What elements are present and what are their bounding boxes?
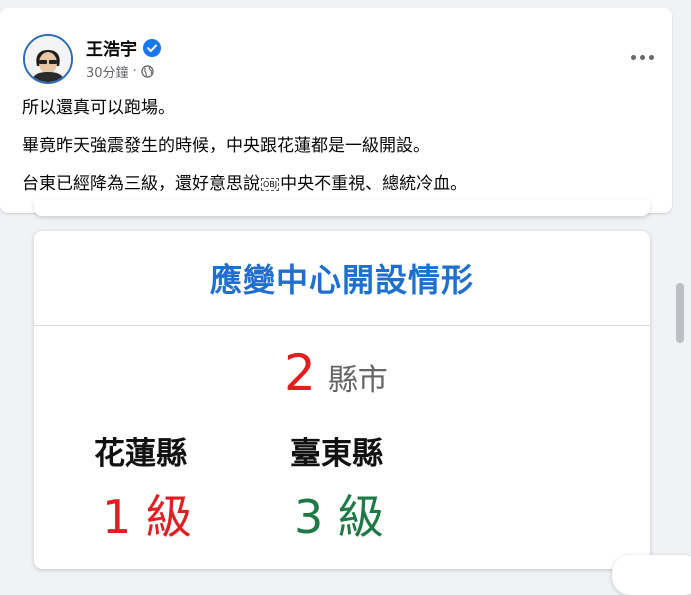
verified-badge-icon bbox=[143, 38, 161, 57]
divider bbox=[34, 325, 650, 326]
avatar-image bbox=[25, 36, 71, 82]
previous-image-card-edge bbox=[34, 200, 650, 216]
author-name[interactable]: 王浩宇 bbox=[86, 35, 137, 60]
post-line: 畢竟昨天強震發生的時候，中央跟花蓮都是一級開設。 bbox=[22, 136, 430, 156]
meta-separator: · bbox=[132, 64, 137, 79]
county-name-taitung: 臺東縣 bbox=[290, 436, 383, 472]
post-body: 所以還真可以跑場。 畢竟昨天強震發生的時候，中央跟花蓮都是一級開設。 台東已經降… bbox=[22, 98, 662, 194]
post-line-text: 中央不重視、總統冷血。 bbox=[280, 174, 468, 194]
response-center-image[interactable]: 應變中心開設情形 2 縣市 花蓮縣 臺東縣 1 級 3 級 bbox=[34, 231, 650, 569]
post-line: 台東已經降為三級，還好意思說 OBJ 中央不重視、總統冷血。 bbox=[22, 174, 662, 194]
object-placeholder: OBJ bbox=[261, 177, 280, 191]
more-options-dot bbox=[648, 54, 654, 60]
post-line: 所以還真可以跑場。 bbox=[22, 98, 175, 118]
globe-icon bbox=[140, 65, 154, 78]
author-avatar[interactable] bbox=[23, 34, 73, 84]
scrollbar-thumb[interactable] bbox=[676, 283, 684, 343]
image-title: 應變中心開設情形 bbox=[209, 261, 474, 299]
chat-bubble[interactable] bbox=[612, 555, 691, 595]
county-count: 2 bbox=[284, 344, 316, 402]
level-hualien: 1 級 bbox=[102, 490, 192, 544]
level-taitung: 3 級 bbox=[294, 490, 384, 544]
county-name-hualien: 花蓮縣 bbox=[94, 436, 187, 472]
more-options-icon bbox=[630, 54, 636, 60]
county-count-unit: 縣市 bbox=[327, 363, 388, 398]
post-timestamp[interactable]: 30分鐘 bbox=[86, 62, 129, 81]
post-line-text: 台東已經降為三級，還好意思說 bbox=[22, 174, 260, 194]
more-options-button[interactable] bbox=[624, 44, 660, 70]
more-options-dot bbox=[639, 54, 645, 60]
post-card: 王浩宇 30分鐘 · 所以還真可以跑場。 畢竟昨天強震發生的時候，中央跟花蓮都是… bbox=[0, 8, 672, 213]
